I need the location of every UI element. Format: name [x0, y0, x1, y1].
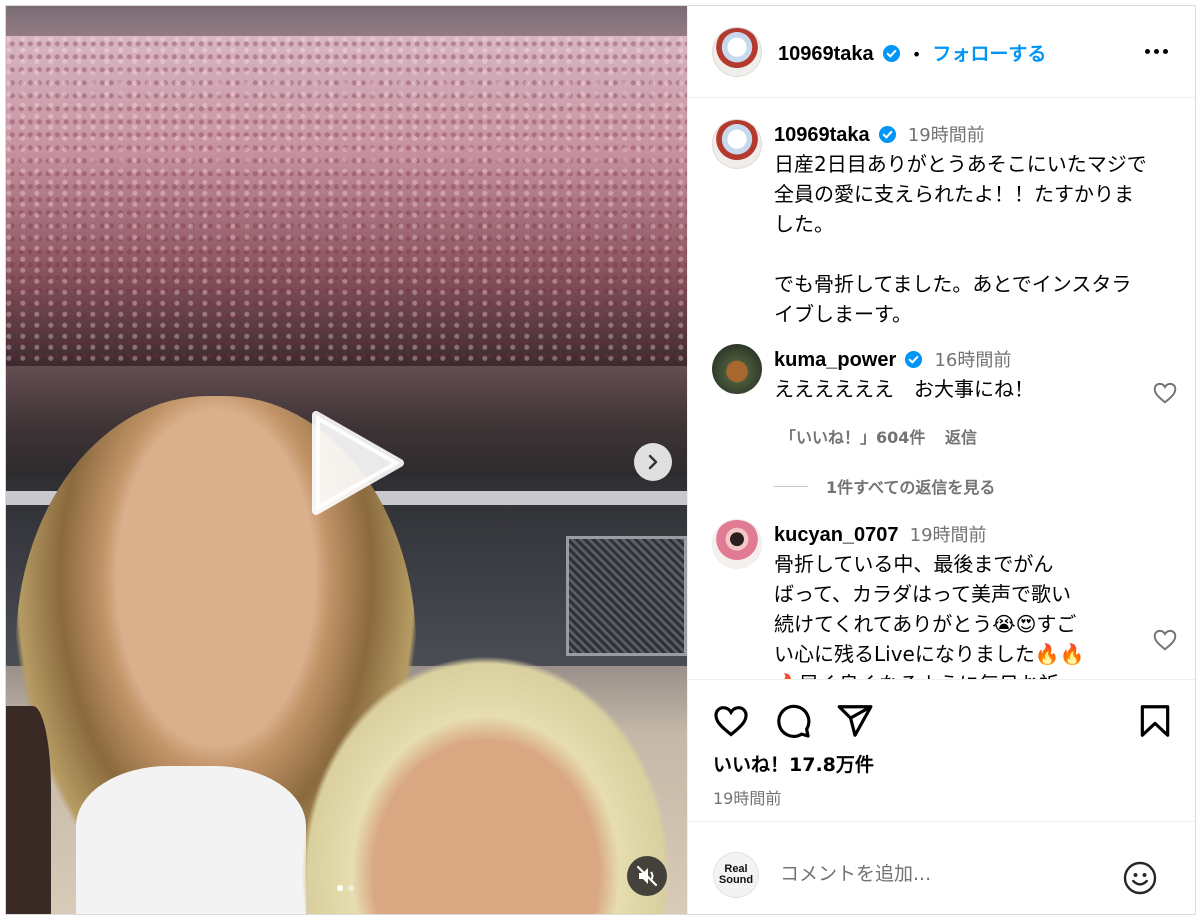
carousel-dot: [337, 885, 343, 891]
comment-author[interactable]: kuma_power: [774, 349, 896, 371]
post-video[interactable]: [6, 6, 687, 914]
reply-button[interactable]: 返信: [945, 428, 977, 447]
mute-button[interactable]: [627, 856, 667, 896]
more-options-icon[interactable]: [1141, 46, 1171, 56]
comment-text: 骨折している中、最後までがん ばって、カラダはって美声で歌い 続けてくれてありが…: [774, 552, 1085, 679]
emoji-icon[interactable]: [1122, 860, 1158, 896]
chevron-right-icon: [648, 454, 658, 470]
avatar[interactable]: [712, 119, 762, 169]
verified-badge-icon: [878, 125, 896, 144]
like-heart-icon[interactable]: [712, 702, 750, 740]
verified-badge-icon: [882, 44, 900, 63]
avatar[interactable]: [712, 519, 762, 569]
caption-time: 19時間前: [907, 125, 985, 146]
bookmark-icon[interactable]: [1136, 702, 1174, 740]
avatar[interactable]: [712, 27, 762, 77]
comment-time: 19時間前: [909, 525, 987, 546]
speaker-image: [566, 536, 687, 656]
comment-text: ええええええ お大事にね！: [774, 377, 1034, 401]
caption-text: 日産2日目ありがとうあそこにいたマジで 全員の愛に支えられたよ！！たすかりま し…: [774, 152, 1147, 326]
like-count[interactable]: いいね！17.8万件: [713, 750, 874, 777]
post-header: 10969taka • フォローする: [688, 6, 1195, 98]
like-comment-heart-icon[interactable]: [1152, 627, 1178, 653]
crowd-image: [6, 36, 687, 366]
add-comment-row: Real Sound: [688, 821, 1195, 914]
separator: •: [911, 45, 922, 64]
next-slide-button[interactable]: [634, 443, 672, 481]
logo-text: Real Sound: [718, 863, 754, 886]
realsound-logo: Real Sound: [713, 852, 759, 898]
verified-badge-icon: [905, 350, 923, 369]
view-replies-label: 1件すべての返信を見る: [826, 478, 996, 497]
comment-bubble-icon[interactable]: [774, 702, 812, 740]
share-paper-plane-icon[interactable]: [836, 702, 874, 740]
post-window: 10969taka • フォローする 10969taka 19時間前 日産2日目…: [5, 5, 1196, 915]
comment-like-count[interactable]: 「いいね！」604件: [780, 428, 925, 447]
muted-speaker-icon: [636, 865, 658, 887]
view-replies-button[interactable]: 1件すべての返信を見る: [774, 474, 995, 498]
comment-input[interactable]: [780, 858, 1080, 890]
avatar[interactable]: [712, 344, 762, 394]
comment-author[interactable]: kucyan_0707: [774, 524, 899, 546]
comment-time: 16時間前: [934, 350, 1012, 371]
like-comment-heart-icon[interactable]: [1152, 380, 1178, 406]
caption-author[interactable]: 10969taka: [774, 124, 870, 146]
play-icon[interactable]: [306, 411, 406, 515]
post-actions: いいね！17.8万件 19時間前 Real Sound: [688, 679, 1195, 914]
author-username[interactable]: 10969taka: [778, 43, 874, 65]
post-side-panel: 10969taka • フォローする 10969taka 19時間前 日産2日目…: [687, 6, 1195, 914]
carousel-dots: [337, 885, 354, 891]
follow-button[interactable]: フォローする: [932, 43, 1046, 65]
carousel-dot: [348, 885, 354, 891]
comments-list[interactable]: 10969taka 19時間前 日産2日目ありがとうあそこにいたマジで 全員の愛…: [688, 99, 1195, 679]
post-timestamp[interactable]: 19時間前: [713, 785, 781, 809]
